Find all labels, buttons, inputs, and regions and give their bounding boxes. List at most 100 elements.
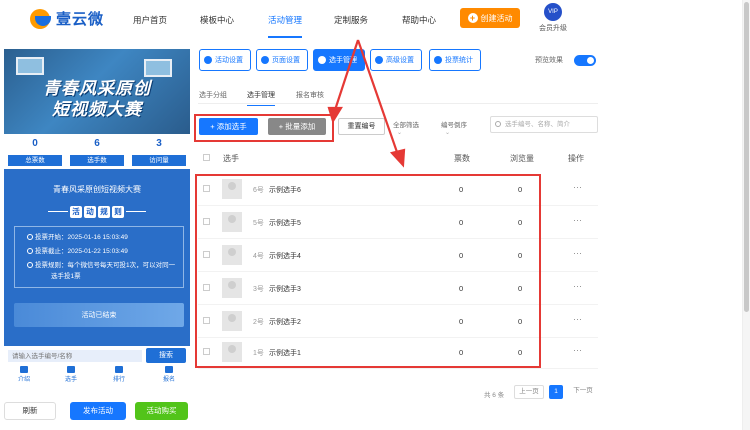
- bar-chart-icon: [115, 366, 123, 373]
- buy-activity-button[interactable]: 活动购买: [135, 402, 188, 420]
- refresh-button[interactable]: 刷新: [4, 402, 56, 420]
- more-icon[interactable]: ···: [573, 345, 582, 355]
- tab-label: 介绍: [17, 377, 30, 383]
- create-activity-button[interactable]: + 创建活动: [460, 8, 520, 28]
- activity-title: 青春风采原创短视频大赛: [53, 185, 141, 194]
- col-actions: 操作: [568, 154, 584, 163]
- prev-page-button[interactable]: 上一页: [514, 385, 544, 399]
- page-1-button[interactable]: 1: [549, 385, 563, 399]
- player-search-input[interactable]: 选手编号、名称、简介: [490, 116, 598, 133]
- tab-label: 高级设置: [386, 57, 414, 64]
- tab-vote-statistics[interactable]: 投票统计: [429, 49, 481, 71]
- tab-activity-settings[interactable]: 活动设置: [199, 49, 251, 71]
- rule-text: 投票规则：每个微信号每天可投1次，可以对同一: [35, 262, 176, 269]
- pager-total: 共 6 条: [484, 392, 505, 399]
- chevron-down-icon: ⌄: [445, 130, 451, 136]
- activity-banner: 青春风采原创 短视频大赛: [4, 49, 190, 134]
- stat-label: 总票数: [8, 155, 62, 166]
- brand-logo[interactable]: 壹云微: [30, 8, 104, 29]
- vip-upgrade[interactable]: VIP 会员升级: [533, 3, 573, 33]
- nav-help-center[interactable]: 帮助中心: [402, 14, 436, 26]
- highlight-box: [195, 174, 541, 368]
- activity-status: 活动已结束: [14, 303, 184, 327]
- dropdown-label: 编号倒序: [441, 122, 467, 129]
- rule-limit: 投票规则：每个微信号每天可投1次，可以对同一: [27, 261, 175, 271]
- scrollbar-thumb[interactable]: [744, 2, 749, 312]
- select-all-checkbox[interactable]: [203, 154, 210, 161]
- info-icon: [27, 262, 33, 268]
- col-views: 浏览量: [510, 154, 534, 163]
- search-placeholder: 选手编号、名称、简介: [505, 121, 570, 128]
- more-icon[interactable]: ···: [573, 182, 582, 192]
- search-icon: [495, 121, 501, 127]
- user-add-icon: [165, 366, 173, 373]
- more-icon[interactable]: ···: [573, 281, 582, 291]
- rule-text: 投票开始：2025-01-16 15:03:49: [35, 234, 128, 241]
- divider: [126, 211, 146, 212]
- rule-limit-cont: 选手投1票: [51, 273, 81, 280]
- next-page-button[interactable]: 下一页: [568, 385, 598, 399]
- bar-chart-icon: [434, 56, 442, 64]
- tab-ranking[interactable]: 排行: [104, 366, 134, 383]
- subtab-signup-review[interactable]: 报名审核: [296, 90, 324, 100]
- subtab-player-groups[interactable]: 选手分组: [199, 90, 227, 100]
- dropdown-label: 全部筛选: [393, 122, 419, 129]
- batch-add-button[interactable]: + 批量添加: [268, 118, 326, 135]
- rules-char: 规: [98, 205, 110, 218]
- stat-value: 3: [156, 138, 162, 149]
- nav-template-center[interactable]: 模板中心: [200, 14, 234, 26]
- preview-effect-toggle[interactable]: [574, 55, 596, 66]
- subtab-player-management[interactable]: 选手管理: [247, 90, 275, 106]
- users-icon: [318, 56, 326, 64]
- tab-player-management[interactable]: 选手管理: [313, 49, 365, 71]
- preview-search-input[interactable]: [8, 350, 142, 362]
- sort-dropdown[interactable]: 编号倒序 ⌄: [441, 119, 467, 136]
- more-icon[interactable]: ···: [573, 248, 582, 258]
- vip-badge-icon: VIP: [544, 3, 562, 21]
- preview-bottom-bar: 搜索 介绍 选手 排行 报名: [4, 346, 190, 386]
- publish-activity-button[interactable]: 发布活动: [70, 402, 126, 420]
- preview-effect-label: 预览效果: [535, 57, 563, 64]
- filter-all-dropdown[interactable]: 全部筛选 ⌄: [393, 119, 419, 136]
- plus-icon: +: [467, 13, 478, 23]
- more-icon[interactable]: ···: [573, 314, 582, 324]
- clock-icon: [27, 234, 33, 240]
- chevron-down-icon: ⌄: [397, 130, 403, 136]
- tab-intro[interactable]: 介绍: [9, 366, 39, 383]
- rule-text: 投票截止：2025-01-22 15:03:49: [35, 248, 128, 255]
- stat-value: 6: [94, 138, 100, 149]
- add-player-button[interactable]: + 添加选手: [199, 118, 258, 135]
- stat-player-count: 6 选手数: [66, 134, 128, 169]
- top-navbar: 壹云微 用户首页 模板中心 活动管理 定制服务 帮助中心 + 创建活动 VIP …: [0, 0, 750, 40]
- vip-label: 会员升级: [539, 25, 567, 32]
- nav-user-home[interactable]: 用户首页: [133, 14, 167, 26]
- rule-end: 投票截止：2025-01-22 15:03:49: [27, 247, 128, 257]
- tab-label: 选手管理: [329, 57, 357, 64]
- col-player: 选手: [223, 154, 239, 163]
- nav-activity-management[interactable]: 活动管理: [268, 14, 303, 38]
- tab-label: 活动设置: [215, 57, 243, 64]
- tab-page-settings[interactable]: 页面设置: [256, 49, 308, 71]
- divider: [48, 211, 68, 212]
- intro-icon: [20, 366, 28, 373]
- create-activity-label: 创建活动: [480, 13, 513, 23]
- tab-label: 投票统计: [445, 57, 473, 64]
- sliders-icon: [375, 56, 383, 64]
- tab-label: 选手: [64, 377, 77, 383]
- reset-number-button[interactable]: 重置编号: [338, 118, 385, 135]
- tab-label: 排行: [112, 377, 125, 383]
- rules-char: 动: [84, 205, 96, 218]
- status-text: 活动已结束: [81, 312, 117, 319]
- tab-advanced-settings[interactable]: 高级设置: [370, 49, 422, 71]
- more-icon[interactable]: ···: [573, 215, 582, 225]
- rules-char: 则: [112, 205, 124, 218]
- tab-signup[interactable]: 报名: [154, 366, 184, 383]
- rule-start: 投票开始：2025-01-16 15:03:49: [27, 233, 128, 243]
- brand-name: 壹云微: [56, 11, 105, 28]
- scrollbar[interactable]: [742, 0, 750, 430]
- stat-value: 0: [32, 138, 38, 149]
- preview-search-button[interactable]: 搜索: [146, 348, 186, 363]
- nav-custom-service[interactable]: 定制服务: [334, 14, 368, 26]
- flag-icon: [67, 366, 75, 373]
- tab-players[interactable]: 选手: [56, 366, 86, 383]
